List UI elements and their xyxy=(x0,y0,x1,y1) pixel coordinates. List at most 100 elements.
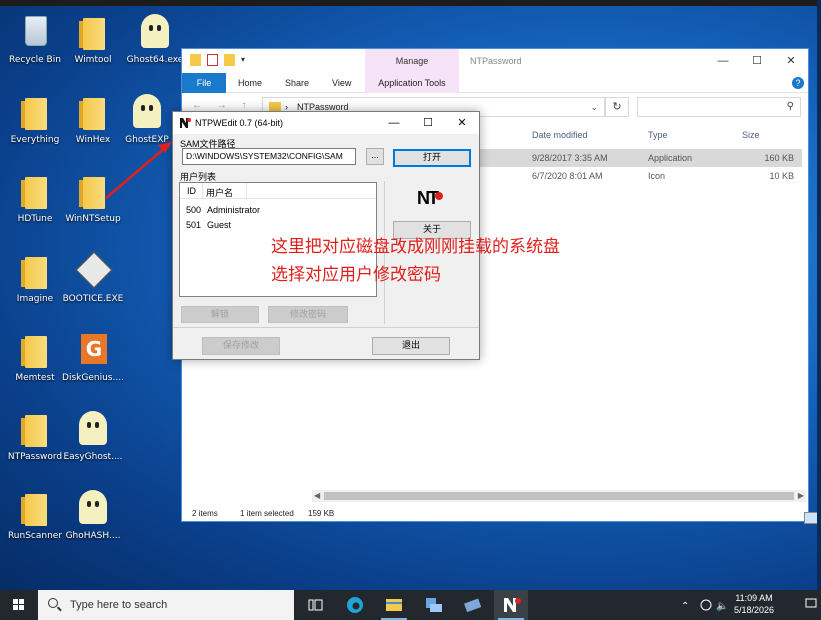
taskbar-app-ntpwedit[interactable] xyxy=(494,590,528,620)
clock-date: 5/18/2026 xyxy=(733,605,775,615)
notification-icon[interactable] xyxy=(805,598,817,608)
refresh-button[interactable]: ↻ xyxy=(605,97,629,117)
ribbon-tabs: File Home Share View Application Tools ? xyxy=(182,73,808,93)
browse-button[interactable]: ... xyxy=(366,148,384,165)
properties-icon[interactable] xyxy=(207,54,218,66)
ntpwedit-logo-icon xyxy=(504,598,521,612)
column-size[interactable]: Size xyxy=(742,130,760,140)
windows-logo-icon xyxy=(13,599,24,610)
recycle-bin-icon xyxy=(25,16,47,46)
annotation-line-1: 这里把对应磁盘改成刚刚挂载的系统盘 xyxy=(271,237,560,257)
clock-time: 11:09 AM xyxy=(735,593,773,603)
desktop-icon-bootice[interactable]: BOOTICE.EXE xyxy=(58,251,128,321)
file-explorer-icon xyxy=(386,599,402,611)
chevron-down-icon[interactable]: ▾ xyxy=(241,54,249,66)
user-row[interactable]: 500 Administrator xyxy=(180,203,376,217)
taskbar-search-input[interactable]: Type here to search xyxy=(38,590,294,620)
taskbar-app-explorer[interactable] xyxy=(377,590,411,620)
status-bar: 2 items 1 item selected 159 KB xyxy=(182,504,818,524)
divider xyxy=(173,327,479,328)
task-view-button[interactable] xyxy=(298,590,332,620)
folder-icon xyxy=(79,98,105,130)
status-item-count: 2 items xyxy=(192,509,218,518)
quick-access-toolbar: ▾ xyxy=(190,54,249,66)
chevron-down-icon[interactable]: ⌄ xyxy=(590,98,598,116)
change-password-button[interactable]: 修改密码 xyxy=(268,306,348,323)
window-title: NTPWEdit 0.7 (64-bit) xyxy=(195,118,284,128)
folder-icon xyxy=(79,18,105,50)
help-icon[interactable]: ? xyxy=(792,77,804,89)
column-type[interactable]: Type xyxy=(648,130,668,140)
taskbar-app-printer[interactable] xyxy=(455,590,489,620)
window-title: NTPassword xyxy=(470,56,522,66)
ntpwedit-logo-icon xyxy=(180,118,191,128)
user-row[interactable]: 501 Guest xyxy=(180,218,376,232)
column-username[interactable]: 用户名 xyxy=(206,186,233,199)
search-input[interactable]: ⚲ xyxy=(637,97,801,117)
tab-share[interactable]: Share xyxy=(285,73,309,93)
maximize-button[interactable]: ☐ xyxy=(411,112,445,134)
taskbar-app-network[interactable] xyxy=(416,590,450,620)
tab-home[interactable]: Home xyxy=(238,73,262,93)
ntpwedit-titlebar[interactable]: NTPWEdit 0.7 (64-bit) — ☐ ✕ xyxy=(173,112,479,134)
tab-file[interactable]: File xyxy=(182,73,226,93)
search-icon xyxy=(48,598,58,608)
sam-path-input[interactable]: D:\WINDOWS\SYSTEM32\CONFIG\SAM xyxy=(182,148,356,165)
new-folder-icon[interactable] xyxy=(224,54,235,66)
chevron-up-icon[interactable]: ⌃ xyxy=(681,601,689,612)
scroll-left-icon[interactable]: ◀ xyxy=(314,490,320,502)
floppy-icon xyxy=(75,251,113,289)
folder-icon xyxy=(21,98,47,130)
desktop-icon-diskgenius[interactable]: G DiskGenius.... xyxy=(58,330,128,400)
desktop: Recycle Bin Wimtool Ghost64.exe Everythi… xyxy=(0,0,821,590)
screen-edge xyxy=(817,0,821,590)
explorer-titlebar[interactable]: ▾ Manage NTPassword — ☐ ✕ xyxy=(182,49,808,73)
folder-icon xyxy=(21,177,47,209)
horizontal-scrollbar[interactable]: ◀ ▶ xyxy=(312,490,806,502)
ghost-icon xyxy=(79,411,107,445)
desktop-icon-winntsetup[interactable]: WinNTSetup xyxy=(58,171,128,241)
desktop-icon-wimtool[interactable]: Wimtool xyxy=(58,12,128,82)
column-date-modified[interactable]: Date modified xyxy=(532,130,588,140)
taskbar: Type here to search ⌃ 🔈 11:09 AM 5/18/20… xyxy=(0,590,821,620)
maximize-button[interactable]: ☐ xyxy=(740,49,774,73)
desktop-icon-easyghost[interactable]: EasyGhost.... xyxy=(58,409,128,479)
folder-icon[interactable] xyxy=(190,54,201,66)
open-button[interactable]: 打开 xyxy=(393,149,471,167)
folder-icon xyxy=(21,257,47,289)
globe-icon[interactable] xyxy=(700,599,712,611)
start-button[interactable] xyxy=(0,590,38,620)
close-button[interactable]: ✕ xyxy=(774,49,808,73)
task-view-icon xyxy=(308,599,323,611)
folder-icon xyxy=(21,415,47,447)
taskbar-app-edge[interactable] xyxy=(338,590,372,620)
column-id[interactable]: ID xyxy=(187,186,196,196)
clock[interactable]: 11:09 AM 5/18/2026 xyxy=(729,592,779,616)
folder-icon xyxy=(21,336,47,368)
unlock-button[interactable]: 解锁 xyxy=(181,306,259,323)
manage-tab[interactable]: Manage xyxy=(365,49,459,73)
large-icons-view-icon[interactable] xyxy=(804,512,818,524)
close-button[interactable]: ✕ xyxy=(445,112,479,134)
scroll-right-icon[interactable]: ▶ xyxy=(798,490,804,502)
search-icon: ⚲ xyxy=(786,101,794,112)
tab-application-tools[interactable]: Application Tools xyxy=(365,73,459,93)
annotation-line-2: 选择对应用户修改密码 xyxy=(271,265,441,285)
save-changes-button[interactable]: 保存修改 xyxy=(202,337,280,355)
printer-app-icon xyxy=(464,598,482,613)
edge-icon xyxy=(347,597,363,613)
navigation-arrows[interactable]: ← → ↑ xyxy=(192,100,253,111)
desktop-icon-ghost64[interactable]: Ghost64.exe xyxy=(120,12,190,82)
user-list-header: ID 用户名 xyxy=(180,183,376,199)
speaker-muted-icon[interactable]: 🔈 xyxy=(716,601,728,612)
top-bar xyxy=(0,0,821,6)
nt-logo-icon: NT xyxy=(417,188,447,214)
status-selected: 1 item selected xyxy=(240,509,294,518)
ghost-icon xyxy=(141,14,169,48)
exit-button[interactable]: 退出 xyxy=(372,337,450,355)
desktop-icon-ghohash[interactable]: GhoHASH.... xyxy=(58,488,128,558)
scrollbar-thumb[interactable] xyxy=(324,492,794,500)
tab-view[interactable]: View xyxy=(332,73,351,93)
minimize-button[interactable]: — xyxy=(377,112,411,134)
minimize-button[interactable]: — xyxy=(706,49,740,73)
